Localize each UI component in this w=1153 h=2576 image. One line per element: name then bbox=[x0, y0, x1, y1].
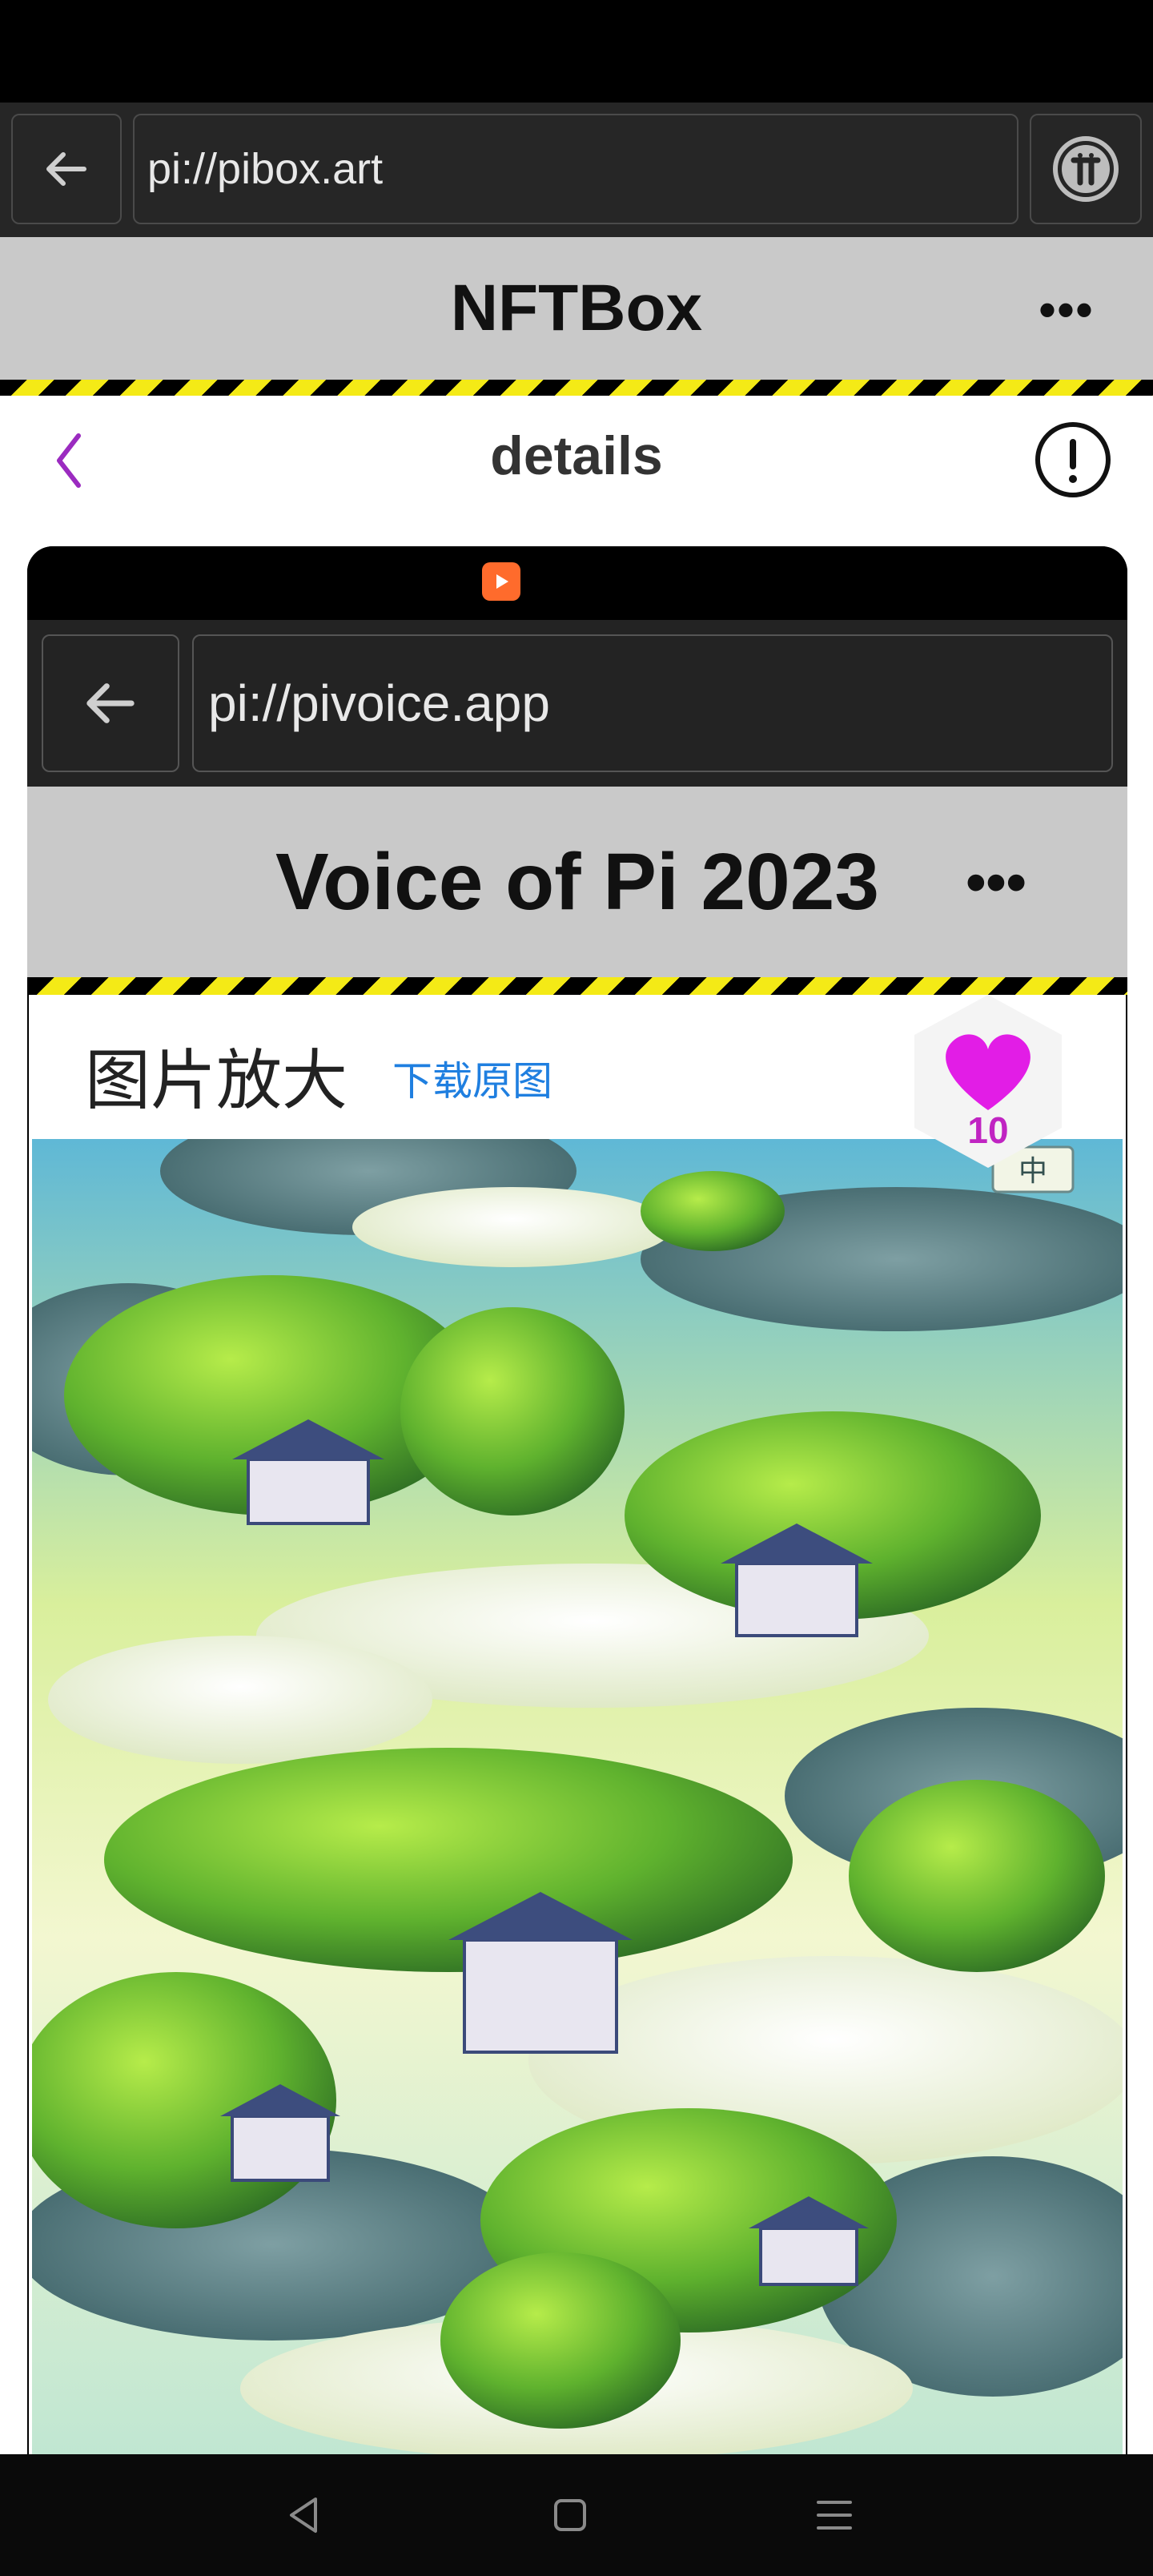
inner-more-options: ••• bbox=[966, 851, 1026, 915]
nft-image-card[interactable]: pi://pivoice.app Voice of Pi 2023 ••• 图片… bbox=[27, 546, 1127, 2469]
info-icon[interactable] bbox=[1033, 420, 1113, 500]
like-count: 10 bbox=[967, 1109, 1009, 1151]
nav-menu-button[interactable] bbox=[805, 2486, 863, 2544]
app-notification-icon bbox=[482, 562, 520, 601]
inner-url-field: pi://pivoice.app bbox=[192, 634, 1113, 772]
arrow-left-icon bbox=[86, 683, 135, 723]
browser-url-field[interactable]: pi://pibox.art bbox=[133, 114, 1018, 224]
browser-back-button[interactable] bbox=[11, 114, 122, 224]
page-title: details bbox=[490, 425, 663, 486]
zoom-title: 图片放大 bbox=[85, 1044, 348, 1117]
nav-home-button[interactable] bbox=[541, 2486, 599, 2544]
pi-browser-button[interactable] bbox=[1030, 114, 1142, 224]
details-header: details bbox=[0, 396, 1153, 516]
inner-status-bar bbox=[27, 546, 1127, 620]
browser-bar: pi://pibox.art bbox=[0, 103, 1153, 237]
image-zoom-panel: 图片放大 下载原图 × bbox=[29, 995, 1126, 2469]
download-original-link: 下载原图 bbox=[392, 1059, 552, 1104]
nft-artwork-image: 中 bbox=[32, 1139, 1123, 2469]
app-header: NFTBox ••• bbox=[0, 237, 1153, 380]
menu-lines-icon bbox=[817, 2501, 852, 2530]
inner-back-button bbox=[42, 634, 179, 772]
back-triangle-icon bbox=[290, 2498, 317, 2533]
hazard-stripe bbox=[0, 380, 1153, 396]
inner-app-header: Voice of Pi 2023 ••• bbox=[27, 787, 1127, 977]
floating-village-artwork: 中 bbox=[32, 1139, 1123, 2469]
app-title: NFTBox bbox=[450, 272, 703, 344]
chevron-left-icon[interactable] bbox=[45, 425, 93, 497]
more-options-button[interactable]: ••• bbox=[1034, 277, 1099, 341]
home-square-icon bbox=[554, 2499, 586, 2531]
system-nav-bar bbox=[0, 2454, 1153, 2576]
nav-back-button[interactable] bbox=[275, 2486, 333, 2544]
status-bar bbox=[0, 0, 1153, 103]
pi-logo-icon bbox=[1053, 136, 1119, 202]
arrow-left-icon bbox=[46, 152, 86, 186]
details-page: details pi://pivoice.app Voice of Pi 202… bbox=[0, 396, 1153, 2469]
inner-browser-bar: pi://pivoice.app bbox=[27, 620, 1127, 787]
